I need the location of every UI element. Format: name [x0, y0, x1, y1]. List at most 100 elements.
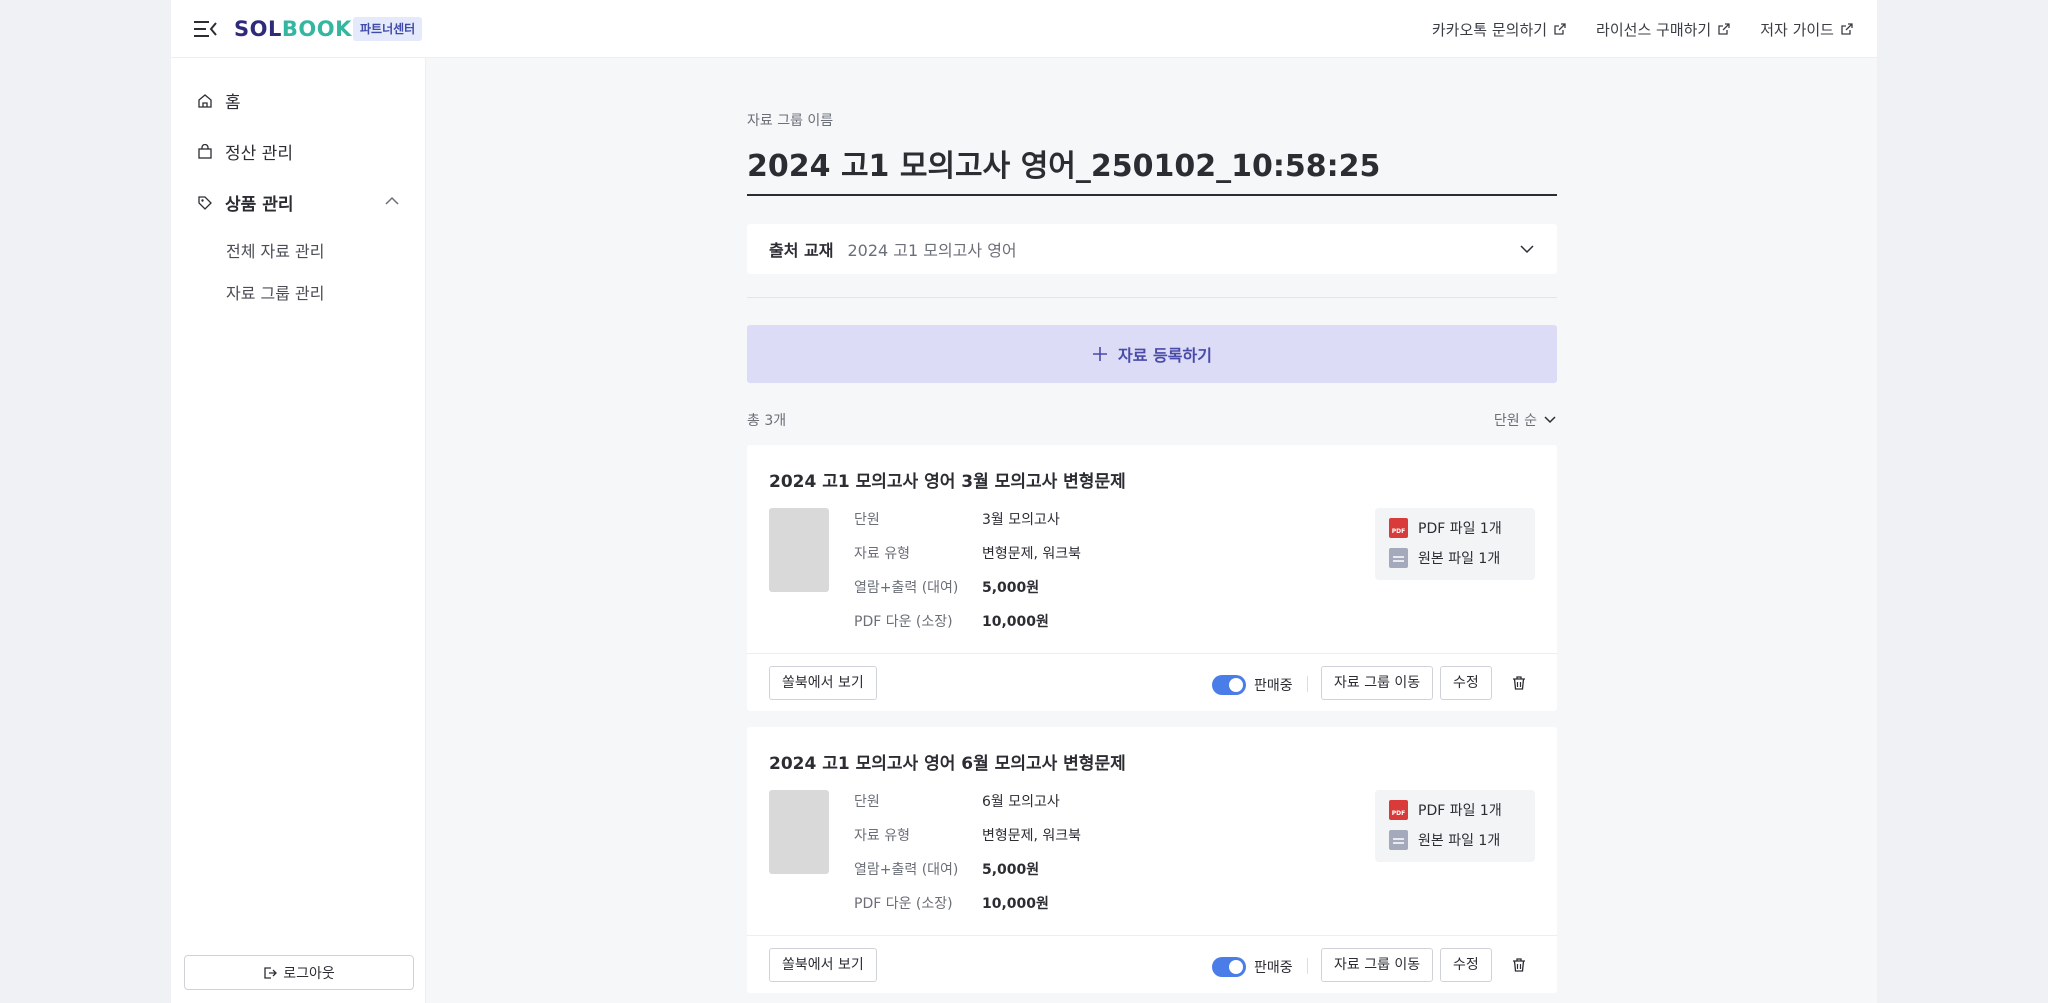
sort-dropdown[interactable]: 단원 순 — [1494, 410, 1557, 430]
register-material-button[interactable]: 자료 등록하기 — [747, 325, 1557, 383]
divider — [1307, 958, 1308, 974]
divider — [1307, 676, 1308, 692]
on-sale-toggle[interactable] — [1212, 957, 1246, 977]
info-row: 열람+출력 (대여) 5,000원 — [854, 577, 1039, 597]
external-link-icon — [1554, 23, 1566, 35]
logout-button[interactable]: 로그아웃 — [184, 955, 414, 990]
on-sale-label: 판매중 — [1254, 678, 1293, 694]
material-card: 2024 고1 모의고사 영어 3월 모의고사 변형문제 단원 3월 모의고사 … — [747, 445, 1557, 711]
view-on-solbook-button[interactable]: 쏠북에서 보기 — [769, 666, 877, 700]
info-value: 5,000원 — [982, 862, 1040, 878]
info-row: 열람+출력 (대여) 5,000원 — [854, 859, 1039, 879]
logout-icon — [264, 966, 278, 979]
info-row: 자료 유형 변형문제, 워크북 — [854, 543, 1081, 563]
pdf-file-row: PDF PDF 파일 1개 — [1389, 518, 1502, 538]
shopping-bag-icon — [198, 143, 212, 159]
link-label: 라이선스 구매하기 — [1596, 21, 1712, 39]
sidebar-item-settlement[interactable]: 정산 관리 — [197, 139, 293, 164]
info-value: 변형문제, 워크북 — [982, 546, 1082, 562]
group-name-input[interactable]: 2024 고1 모의고사 영어_250102_10:58:25 — [747, 143, 1557, 196]
card-footer: 쏠북에서 보기 판매중 자료 그룹 이동 수정 — [747, 935, 1557, 993]
sidebar: 홈 정산 관리 상품 관리 전체 자료 관리 자료 그룹 관리 로그아웃 — [171, 58, 426, 1003]
divider — [747, 297, 1557, 298]
sidebar-sub-item-all-materials[interactable]: 전체 자료 관리 — [226, 238, 325, 262]
move-group-button[interactable]: 자료 그룹 이동 — [1321, 666, 1434, 700]
logo-part-2: BOOK — [281, 17, 352, 41]
card-title: 2024 고1 모의고사 영어 3월 모의고사 변형문제 — [769, 472, 1126, 492]
external-link-icon — [1718, 23, 1730, 35]
top-links: 카카오톡 문의하기 라이선스 구매하기 저자 가이드 — [1432, 19, 1853, 40]
chevron-up-icon[interactable] — [384, 193, 400, 209]
info-value: 변형문제, 워크북 — [982, 828, 1082, 844]
info-value: 3월 모의고사 — [982, 512, 1060, 528]
info-label: 열람+출력 (대여) — [854, 862, 959, 878]
info-label: 자료 유형 — [854, 828, 910, 844]
pdf-file-count: PDF 파일 1개 — [1418, 803, 1502, 819]
sidebar-item-label: 정산 관리 — [225, 144, 293, 164]
material-thumbnail — [769, 790, 829, 874]
pdf-file-row: PDF PDF 파일 1개 — [1389, 800, 1502, 820]
info-label: PDF 다운 (소장) — [854, 896, 953, 912]
top-bar: SOLBOOK 파트너센터 카카오톡 문의하기 라이선스 구매하기 저자 가이드 — [171, 0, 1877, 58]
partner-center-badge: 파트너센터 — [353, 17, 423, 41]
trash-icon[interactable] — [1511, 675, 1527, 691]
info-label: 열람+출력 (대여) — [854, 580, 959, 596]
edit-button[interactable]: 수정 — [1440, 666, 1492, 700]
plus-icon — [1093, 347, 1108, 361]
logout-label: 로그아웃 — [283, 965, 335, 982]
sort-label: 단원 순 — [1493, 413, 1537, 429]
card-title: 2024 고1 모의고사 영어 6월 모의고사 변형문제 — [769, 754, 1126, 774]
move-group-button[interactable]: 자료 그룹 이동 — [1321, 948, 1434, 982]
on-sale-toggle[interactable] — [1212, 675, 1246, 695]
total-count: 총 3개 — [747, 413, 787, 429]
document-icon — [1389, 830, 1408, 850]
file-summary: PDF PDF 파일 1개 원본 파일 1개 — [1375, 508, 1535, 580]
link-label: 저자 가이드 — [1760, 21, 1834, 39]
info-value: 10,000원 — [982, 896, 1049, 912]
pdf-icon: PDF — [1389, 518, 1408, 538]
info-label: 단원 — [854, 512, 880, 528]
info-label: 단원 — [854, 794, 880, 810]
info-value: 10,000원 — [982, 614, 1049, 630]
external-link-icon — [1841, 23, 1853, 35]
info-row: 자료 유형 변형문제, 워크북 — [854, 825, 1081, 845]
card-footer: 쏠북에서 보기 판매중 자료 그룹 이동 수정 — [747, 653, 1557, 711]
source-value: 2024 고1 모의고사 영어 — [847, 241, 1017, 260]
info-row: 단원 3월 모의고사 — [854, 509, 1060, 529]
info-value: 6월 모의고사 — [982, 794, 1060, 810]
sidebar-item-product[interactable]: 상품 관리 — [197, 190, 293, 215]
sidebar-item-home[interactable]: 홈 — [197, 88, 241, 113]
info-label: 자료 유형 — [854, 546, 910, 562]
trash-icon[interactable] — [1511, 957, 1527, 973]
edit-button[interactable]: 수정 — [1440, 948, 1492, 982]
info-row: 단원 6월 모의고사 — [854, 791, 1060, 811]
logo-part-1: SOL — [234, 17, 282, 41]
info-value: 5,000원 — [982, 580, 1040, 596]
view-on-solbook-button[interactable]: 쏠북에서 보기 — [769, 948, 877, 982]
info-label: PDF 다운 (소장) — [854, 614, 953, 630]
material-thumbnail — [769, 508, 829, 592]
info-row: PDF 다운 (소장) 10,000원 — [854, 611, 1049, 631]
tag-icon — [198, 195, 212, 210]
pdf-file-count: PDF 파일 1개 — [1418, 521, 1502, 537]
solbook-logo[interactable]: SOLBOOK — [234, 17, 352, 41]
kakao-inquiry-link[interactable]: 카카오톡 문의하기 — [1432, 19, 1566, 40]
material-card: 2024 고1 모의고사 영어 6월 모의고사 변형문제 단원 6월 모의고사 … — [747, 727, 1557, 993]
author-guide-link[interactable]: 저자 가이드 — [1760, 19, 1853, 40]
menu-collapse-icon[interactable] — [193, 19, 217, 39]
group-name-label: 자료 그룹 이름 — [747, 113, 834, 129]
sidebar-item-label: 홈 — [225, 93, 241, 113]
source-label: 출처 교재 — [769, 241, 834, 260]
original-file-count: 원본 파일 1개 — [1418, 833, 1501, 849]
sidebar-item-label: 상품 관리 — [225, 195, 294, 215]
original-file-row: 원본 파일 1개 — [1389, 830, 1500, 850]
source-textbook-select[interactable]: 출처 교재 2024 고1 모의고사 영어 — [747, 224, 1557, 274]
chevron-down-icon — [1544, 416, 1556, 424]
chevron-down-icon — [1520, 245, 1534, 254]
link-label: 카카오톡 문의하기 — [1431, 21, 1548, 39]
sidebar-sub-item-material-groups[interactable]: 자료 그룹 관리 — [226, 280, 325, 304]
license-purchase-link[interactable]: 라이선스 구매하기 — [1596, 19, 1730, 40]
on-sale-label: 판매중 — [1254, 960, 1293, 976]
pdf-icon: PDF — [1389, 800, 1408, 820]
original-file-count: 원본 파일 1개 — [1418, 551, 1501, 567]
